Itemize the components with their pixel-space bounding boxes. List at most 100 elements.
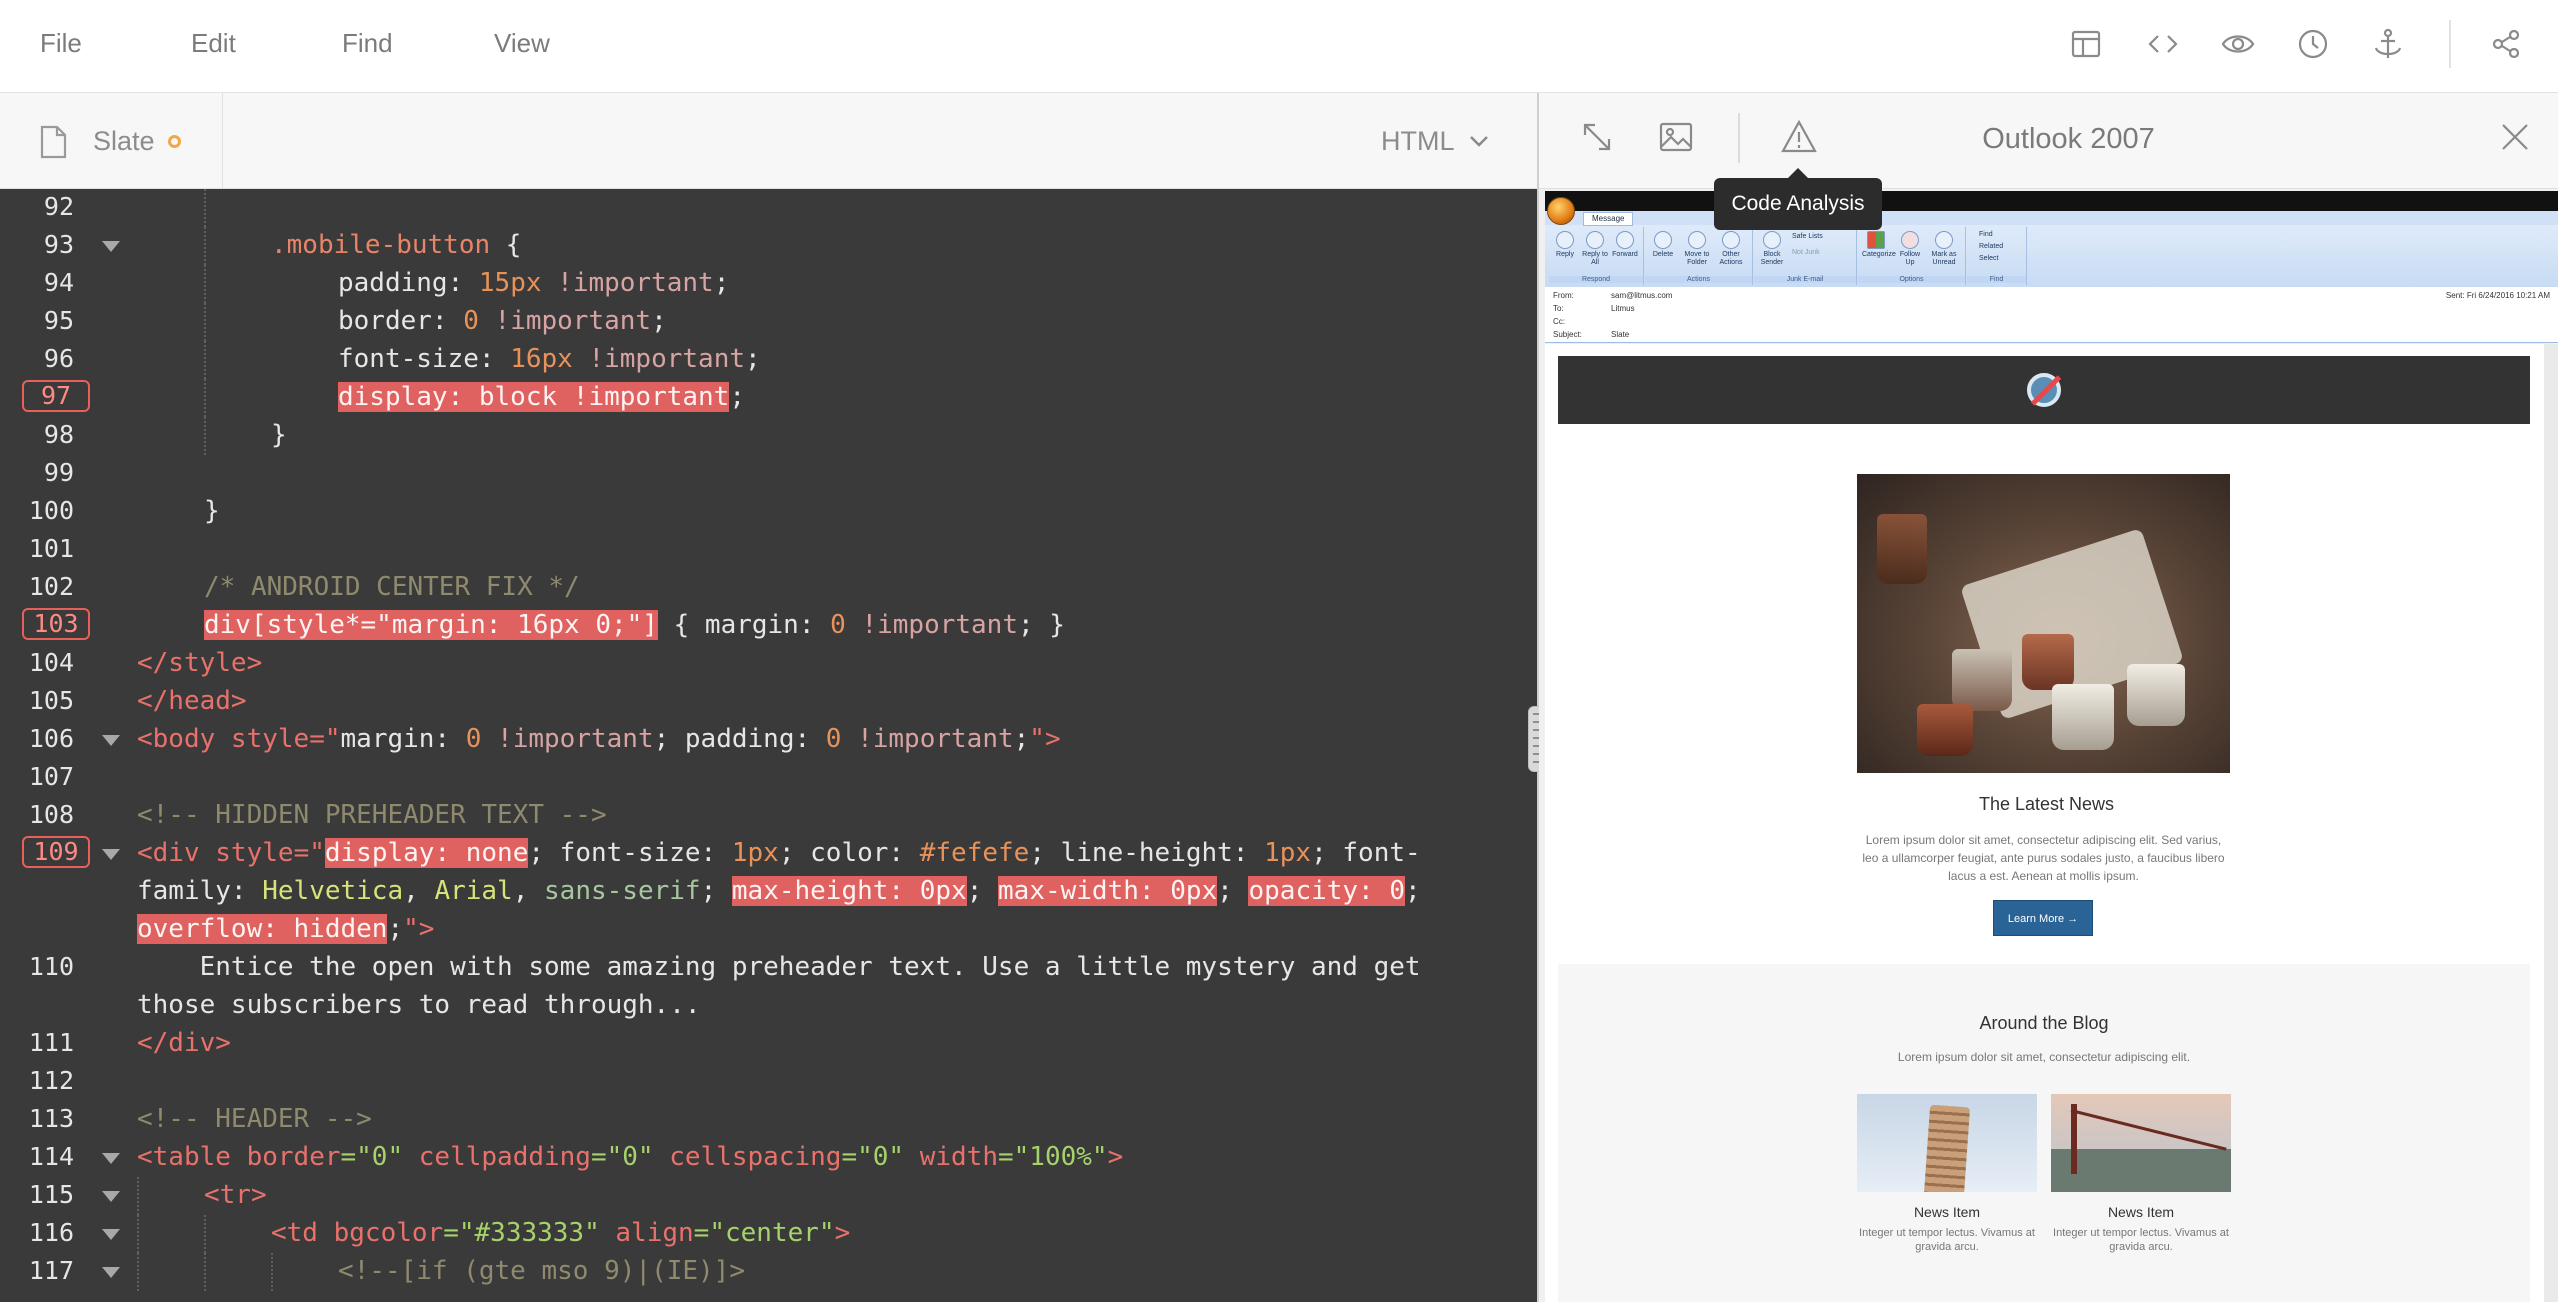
code-line: 95 border: 0 !important; [0, 303, 1537, 341]
line-number: 101 [28, 534, 74, 563]
line-number-error[interactable]: 97 [22, 380, 90, 412]
office-orb-icon [1547, 197, 1575, 225]
header-to: To: Litmus [1553, 304, 1635, 313]
indent-guide [204, 227, 206, 265]
code-comment: <!-- HIDDEN PREHEADER TEXT --> [137, 800, 607, 830]
ribbon-small-button: Find [1979, 231, 1993, 238]
ribbon-group-options: Categorize Follow Up Mark as Unread Opti… [1858, 227, 1966, 285]
code-line: 112 [0, 1063, 1537, 1101]
ribbon-group-respond: Reply Reply to All Forward Respond [1549, 227, 1644, 285]
ribbon-group-label: Respond [1549, 276, 1643, 283]
fold-toggle-icon[interactable] [102, 1229, 120, 1240]
code-text: <table border="0" cellpadding="0" cellsp… [137, 1142, 1124, 1172]
chevron-down-icon[interactable] [1468, 131, 1490, 151]
code-comment: <!--[if (gte mso 9)|(IE)]> [338, 1256, 745, 1286]
email-client-name: Outlook 2007 [1982, 123, 2155, 155]
code-line: 117 <!--[if (gte mso 9)|(IE)]> [0, 1253, 1537, 1291]
code-icon[interactable] [2145, 26, 2181, 62]
news-image [1857, 1094, 2037, 1192]
file-tab[interactable]: Slate [0, 93, 223, 189]
code-line: 97 display: block !important; [0, 379, 1537, 417]
ribbon-button: Forward [1611, 231, 1639, 259]
file-name: Slate [93, 126, 155, 156]
menu-find[interactable]: Find [342, 28, 393, 59]
indent-guide [204, 303, 206, 341]
menu-view[interactable]: View [494, 28, 550, 59]
menu-edit[interactable]: Edit [191, 28, 236, 59]
code-line: 100 } [0, 493, 1537, 531]
code-line: 110 Entice the open with some amazing pr… [0, 949, 1537, 987]
menu-file[interactable]: File [40, 28, 82, 59]
fold-toggle-icon[interactable] [102, 1191, 120, 1202]
code-text: family: Helvetica, Arial, sans-serif; ma… [137, 876, 1421, 906]
code-issue-highlight: div[style*="margin: 16px 0;"] [204, 610, 658, 640]
history-icon[interactable] [2295, 26, 2331, 62]
close-icon[interactable] [2495, 117, 2535, 157]
line-number-error[interactable]: 103 [22, 608, 90, 640]
editor-header: Slate HTML [0, 93, 1537, 189]
preview-scrollbar[interactable] [2544, 344, 2558, 1302]
layout-icon[interactable] [2068, 26, 2104, 62]
code-text: } [271, 420, 287, 450]
email-headline: The Latest News [1978, 794, 2115, 814]
line-number: 111 [28, 1028, 74, 1057]
line-number: 106 [28, 724, 74, 753]
code-line: 109 <div style="display: none; font-size… [0, 835, 1537, 873]
code-text: } [204, 496, 220, 526]
share-icon[interactable] [2488, 26, 2524, 62]
ribbon-group-label: Find [1967, 276, 2026, 283]
code-text: border: 0 !important; [338, 306, 667, 336]
code-line: 106 <body style="margin: 0 !important; p… [0, 721, 1537, 759]
indent-guide [271, 1253, 273, 1291]
ribbon-button: Other Actions [1717, 231, 1745, 267]
unsaved-indicator [168, 135, 181, 148]
line-number-error[interactable]: 109 [22, 836, 90, 868]
anchor-icon[interactable] [2370, 26, 2406, 62]
code-line-wrap: family: Helvetica, Arial, sans-serif; ma… [0, 873, 1537, 911]
code-text: <body style="margin: 0 !important; paddi… [137, 724, 1061, 754]
code-text: Entice the open with some amazing prehea… [137, 952, 1421, 982]
code-analysis-tooltip: Code Analysis [1714, 168, 1882, 230]
code-line: 98 } [0, 417, 1537, 455]
news-item-title: News Item [1913, 1204, 1981, 1220]
code-line: 114 <table border="0" cellpadding="0" ce… [0, 1139, 1537, 1177]
document-icon [40, 125, 67, 159]
line-number: 96 [43, 344, 74, 373]
header-cc: Cc: [1553, 317, 1565, 326]
fold-toggle-icon[interactable] [102, 849, 120, 860]
toolbar-divider [2449, 20, 2451, 68]
fold-toggle-icon[interactable] [102, 1153, 120, 1164]
email-paragraph: Lorem ipsum dolor sit amet, consectetur … [1862, 833, 2225, 883]
indent-guide [204, 341, 206, 379]
blog-section: Around the Blog Lorem ipsum dolor sit am… [1558, 964, 2530, 1302]
indent-guide [137, 1215, 139, 1253]
eye-icon[interactable] [2220, 26, 2256, 62]
fold-toggle-icon[interactable] [102, 735, 120, 746]
preview-header: Outlook 2007 [1539, 93, 2558, 189]
code-tag: </style> [137, 648, 263, 678]
code-line: 108 <!-- HIDDEN PREHEADER TEXT --> [0, 797, 1537, 835]
fold-toggle-icon[interactable] [102, 1267, 120, 1278]
ribbon-small-button: Not Junk [1792, 249, 1820, 256]
code-editor[interactable]: 92 93 .mobile-button { 94 padding: 15px … [0, 189, 1537, 1302]
line-number: 104 [28, 648, 74, 677]
line-number: 98 [43, 420, 74, 449]
code-line: 99 [0, 455, 1537, 493]
line-number: 115 [28, 1180, 74, 1209]
learn-more-button: Learn More → [1993, 900, 2093, 936]
ribbon-group-label: Actions [1645, 276, 1752, 283]
blog-title: Around the Blog [1979, 1013, 2109, 1033]
indent-guide [204, 189, 206, 227]
line-number: 116 [28, 1218, 74, 1247]
code-text: those subscribers to read through... [137, 990, 701, 1020]
fold-toggle-icon[interactable] [102, 241, 120, 252]
indent-guide [204, 417, 206, 455]
indent-guide [204, 1253, 206, 1291]
news-item-text: Integer ut tempor lectus. Vivamus at gra… [1859, 1227, 2035, 1253]
blog-subtitle: Lorem ipsum dolor sit amet, consectetur … [1897, 1050, 2191, 1064]
code-comment: /* ANDROID CENTER FIX */ [204, 572, 580, 602]
ribbon-button: Categorize [1862, 231, 1896, 259]
ribbon-group-label: Options [1858, 276, 1965, 283]
language-select[interactable]: HTML [1381, 126, 1455, 157]
ribbon-group-actions: Delete Move to Folder Other Actions Acti… [1645, 227, 1753, 285]
